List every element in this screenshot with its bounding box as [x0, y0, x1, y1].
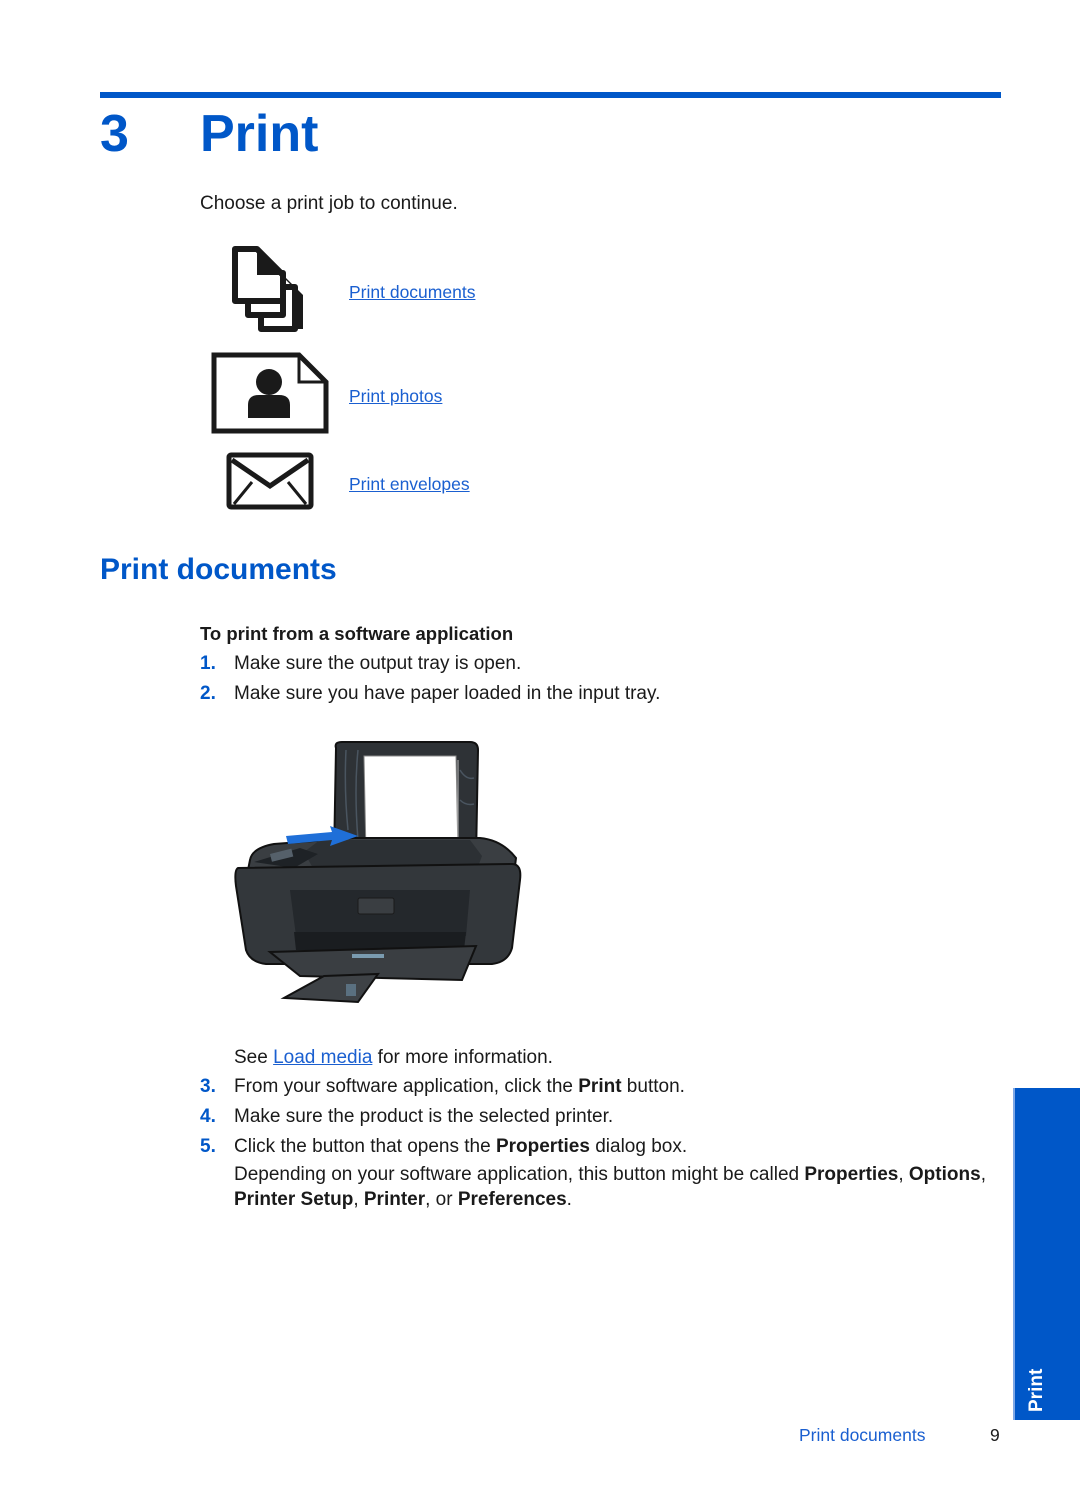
step-number: 5.	[200, 1136, 216, 1157]
side-tab-label: Print	[1026, 1368, 1047, 1412]
step-text-part: Click the button that opens the	[234, 1136, 496, 1157]
step-2: 2. Make sure you have paper loaded in th…	[200, 682, 980, 706]
note-sep: ,	[980, 1164, 986, 1185]
note-sep: ,	[353, 1189, 364, 1210]
photo-icon	[211, 352, 329, 434]
printer-illustration	[234, 741, 522, 1004]
see-suffix: for more information.	[372, 1047, 553, 1068]
step-3: 3. From your software application, click…	[200, 1075, 980, 1099]
step-5: 5. Click the button that opens the Prope…	[200, 1135, 980, 1159]
page-number: 9	[990, 1425, 1000, 1445]
note-text: Depending on your software application, …	[234, 1164, 805, 1185]
step-text-part: From your software application, click th…	[234, 1076, 579, 1097]
ui-term: Properties	[804, 1164, 899, 1185]
chapter-title: Print	[200, 105, 319, 163]
procedure-title: To print from a software application	[200, 623, 514, 644]
step-text: From your software application, click th…	[234, 1075, 980, 1099]
load-media-link[interactable]: Load media	[273, 1047, 372, 1068]
step-text: Make sure the output tray is open.	[234, 653, 522, 674]
step-4: 4. Make sure the product is the selected…	[200, 1105, 980, 1129]
see-prefix: See	[234, 1047, 274, 1068]
intro-text: Choose a print job to continue.	[200, 193, 458, 214]
ui-term: Print	[578, 1076, 622, 1097]
note-sep: , or	[425, 1189, 458, 1210]
footer-section-name: Print documents	[799, 1425, 926, 1445]
print-envelopes-link[interactable]: Print envelopes	[349, 473, 470, 495]
print-photos-link[interactable]: Print photos	[349, 385, 442, 407]
step-text-part: button.	[621, 1076, 685, 1097]
step-number: 4.	[200, 1106, 216, 1127]
envelope-icon	[226, 452, 314, 510]
step-number: 2.	[200, 683, 216, 704]
ui-term: Properties	[495, 1136, 590, 1157]
step-1: 1. Make sure the output tray is open.	[200, 652, 980, 676]
note-sep: .	[566, 1189, 572, 1210]
chapter-rule	[100, 92, 1001, 98]
ui-term: Printer	[363, 1189, 426, 1210]
step-text: Make sure the product is the selected pr…	[234, 1106, 614, 1127]
documents-icon	[232, 246, 303, 332]
ui-term: Options	[908, 1164, 981, 1185]
section-title: Print documents	[100, 553, 337, 586]
note-sep: ,	[898, 1164, 909, 1185]
step-text: Make sure you have paper loaded in the i…	[234, 683, 661, 704]
print-documents-link[interactable]: Print documents	[349, 281, 475, 303]
ui-term: Preferences	[457, 1189, 567, 1210]
step-text: Click the button that opens the Properti…	[234, 1135, 980, 1159]
step-number: 3.	[200, 1076, 216, 1097]
chapter-number: 3	[100, 105, 129, 163]
ui-term: Printer Setup	[234, 1189, 354, 1210]
step-5-note: Depending on your software application, …	[234, 1162, 994, 1212]
step-number: 1.	[200, 653, 216, 674]
see-also-note: See Load media for more information.	[234, 1045, 994, 1070]
step-text-part: dialog box.	[589, 1136, 688, 1157]
chapter-side-tab: Print	[1013, 1088, 1080, 1420]
